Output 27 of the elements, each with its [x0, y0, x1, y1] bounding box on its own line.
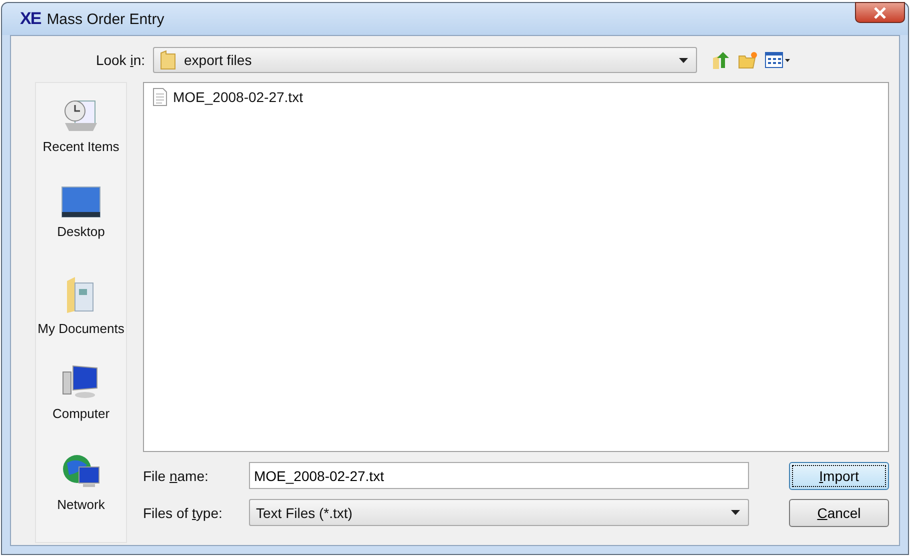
file-type-value: Text Files (*.txt) — [256, 504, 354, 520]
text-file-icon — [153, 88, 167, 106]
file-type-dropdown[interactable]: Text Files (*.txt) — [249, 499, 749, 526]
place-label[interactable]: Network — [57, 497, 105, 512]
view-menu-icon[interactable] — [765, 52, 791, 68]
folder-icon — [160, 50, 176, 70]
file-type-label: Files of type: — [143, 504, 224, 520]
place-label[interactable]: Desktop — [57, 224, 105, 239]
caret-icon — [679, 58, 688, 62]
close-button[interactable] — [855, 2, 905, 23]
up-folder-icon[interactable] — [711, 50, 731, 70]
file-item[interactable]: MOE_2008-02-27.txt — [150, 87, 306, 107]
desktop-icon[interactable] — [61, 186, 101, 218]
place-label[interactable]: My Documents — [38, 321, 124, 336]
import-button[interactable]: Import — [789, 462, 889, 490]
look-in-value: export files — [184, 52, 253, 68]
close-icon — [873, 6, 887, 18]
file-name-field[interactable]: MOE_2008-02-27.txt — [249, 462, 749, 489]
cancel-button[interactable]: Cancel — [789, 499, 889, 527]
place-label[interactable]: Computer — [52, 406, 110, 421]
look-in-label: Look in: — [94, 52, 146, 68]
place-label[interactable]: Recent Items — [42, 139, 120, 154]
file-name-label: File name: — [143, 468, 210, 484]
window-title: Mass Order Entry — [46, 10, 164, 28]
look-in-dropdown[interactable]: export files — [153, 47, 697, 73]
app-logo: XE — [20, 9, 41, 29]
caret-icon — [731, 510, 740, 515]
